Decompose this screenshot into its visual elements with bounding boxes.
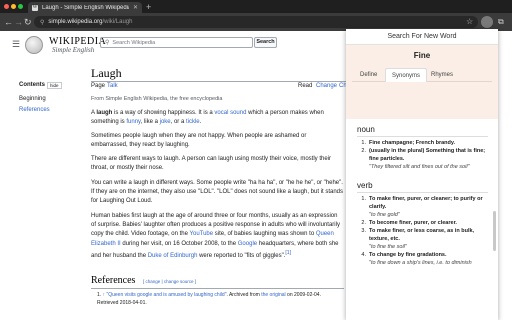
popup-scrollbar[interactable]: [493, 211, 496, 251]
link-tickle[interactable]: tickle: [186, 119, 200, 125]
forward-arrow-icon[interactable]: →: [14, 16, 23, 28]
search-icon: ⚲: [105, 40, 110, 46]
dictionary-popup: Search For New Word Fine Define Synonyms…: [346, 29, 498, 320]
definition-item: 2. To become finer, purer, or clearer.: [361, 220, 457, 226]
title-divider: [91, 81, 346, 82]
pos-verb: verb: [357, 181, 373, 190]
reference-1: 1. ↑ "Queen visits google and is amused …: [97, 292, 321, 306]
bookmark-star-icon[interactable]: ☆: [466, 16, 473, 28]
toc-item-beginning[interactable]: Beginning: [19, 96, 46, 102]
noun-definitions: 1. Fine champagne; French brandy. 2. (usua…: [357, 139, 487, 171]
search-input[interactable]: ⚲ Search Wikipedia: [100, 37, 253, 48]
search-button[interactable]: Search: [254, 37, 277, 48]
dictionary-tabs: Define Synonyms Rhymes: [352, 68, 492, 82]
pos-noun: noun: [357, 125, 375, 134]
definition-item: 2. (usually in the plural) Something that…: [361, 148, 486, 170]
paragraph-5: Human babies first laugh at the age of a…: [91, 213, 340, 259]
defined-word: Fine: [413, 51, 431, 60]
main-menu-icon[interactable]: ☰: [12, 39, 20, 50]
link-funny[interactable]: funny: [126, 119, 140, 125]
back-arrow-icon[interactable]: ←: [4, 16, 13, 28]
ref-archive-link[interactable]: the original: [261, 292, 285, 298]
references-edit-links[interactable]: [ change | change source ]: [143, 279, 196, 284]
noun-divider: [357, 136, 488, 137]
browser-tab[interactable]: W Laugh - Simple English Wikipedia ✕: [28, 2, 142, 13]
link-joke[interactable]: joke: [160, 119, 171, 125]
search-placeholder: Search Wikipedia: [112, 39, 156, 46]
from-tagline: From Simple English Wikipedia, the free …: [91, 96, 223, 102]
tab-read[interactable]: Read: [298, 83, 312, 89]
url-text: simple.wikipedia.org/wiki/Laugh: [48, 19, 133, 25]
tab-rhymes[interactable]: Rhymes: [425, 68, 459, 82]
definition-item: 4. To change by fine gradations. "to fine …: [361, 252, 472, 266]
close-tab-icon[interactable]: ✕: [133, 4, 138, 11]
site-info-icon[interactable]: ⚲: [40, 19, 44, 26]
definition-item: 1. To make finer, purer, or cleaner; to p…: [361, 196, 483, 218]
tab-talk[interactable]: Talk: [107, 83, 118, 89]
browser-tab-strip: W Laugh - Simple English Wikipedia ✕ +: [0, 0, 512, 13]
tab-title: Laugh - Simple English Wikipedia: [42, 4, 129, 11]
toc-title: Contents: [19, 82, 45, 88]
ref-title-link[interactable]: "Queen visits google and is amused by la…: [106, 292, 226, 298]
dictionary-extension-icon[interactable]: [481, 16, 493, 28]
definitions-panel[interactable]: noun 1. Fine champagne; French brandy. 2.…: [346, 119, 498, 320]
paragraph-3: There are different ways to laugh. A per…: [91, 156, 332, 172]
references-heading: References: [91, 275, 136, 286]
tab-define[interactable]: Define: [354, 68, 383, 82]
toc-item-references[interactable]: References: [19, 107, 50, 113]
paragraph-4: You can write a laugh in different ways.…: [91, 180, 344, 205]
search-new-word-button[interactable]: Search For New Word: [346, 29, 498, 45]
maximize-window-button[interactable]: [18, 4, 23, 9]
extensions-icon[interactable]: ⧉: [498, 16, 504, 28]
tab-synonyms[interactable]: Synonyms: [385, 68, 428, 82]
link-duke-of-edinburgh[interactable]: Duke of Edinburgh: [148, 253, 198, 259]
wikipedia-globe-logo[interactable]: [25, 36, 43, 54]
paragraph-1: A laugh is a way of showing happiness. I…: [91, 110, 324, 126]
minimize-window-button[interactable]: [11, 4, 16, 9]
verb-divider: [357, 192, 488, 193]
definition-item: 1. Fine champagne; French brandy.: [361, 140, 456, 146]
citation-1[interactable]: [1]: [285, 250, 291, 256]
ref-backlink-icon[interactable]: ↑: [103, 292, 106, 298]
paragraph-2: Sometimes people laugh when they are not…: [91, 133, 307, 149]
page-title: Laugh: [91, 66, 122, 80]
reload-icon[interactable]: ↻: [24, 16, 32, 28]
link-youtube[interactable]: YouTube: [190, 231, 214, 237]
tab-change[interactable]: Change: [316, 83, 337, 89]
close-window-button[interactable]: [4, 4, 9, 9]
wikipedia-favicon-icon: W: [32, 4, 38, 11]
toc-hide-button[interactable]: hide: [47, 82, 62, 89]
wikipedia-tagline: Simple English: [52, 46, 95, 54]
link-vocal-sound[interactable]: vocal sound: [214, 110, 246, 116]
definition-item: 3. To make finer, or less coarse, as in b…: [361, 228, 475, 250]
new-tab-icon[interactable]: +: [146, 2, 151, 12]
address-bar[interactable]: ⚲ simple.wikipedia.org/wiki/Laugh: [34, 16, 478, 28]
link-google[interactable]: Google: [238, 241, 257, 247]
word-header: Fine Define Synonyms Rhymes: [346, 45, 498, 119]
verb-definitions: 1. To make finer, purer, or cleaner; to p…: [357, 195, 487, 267]
tab-page[interactable]: Page: [91, 83, 105, 89]
references-divider: [91, 288, 344, 289]
